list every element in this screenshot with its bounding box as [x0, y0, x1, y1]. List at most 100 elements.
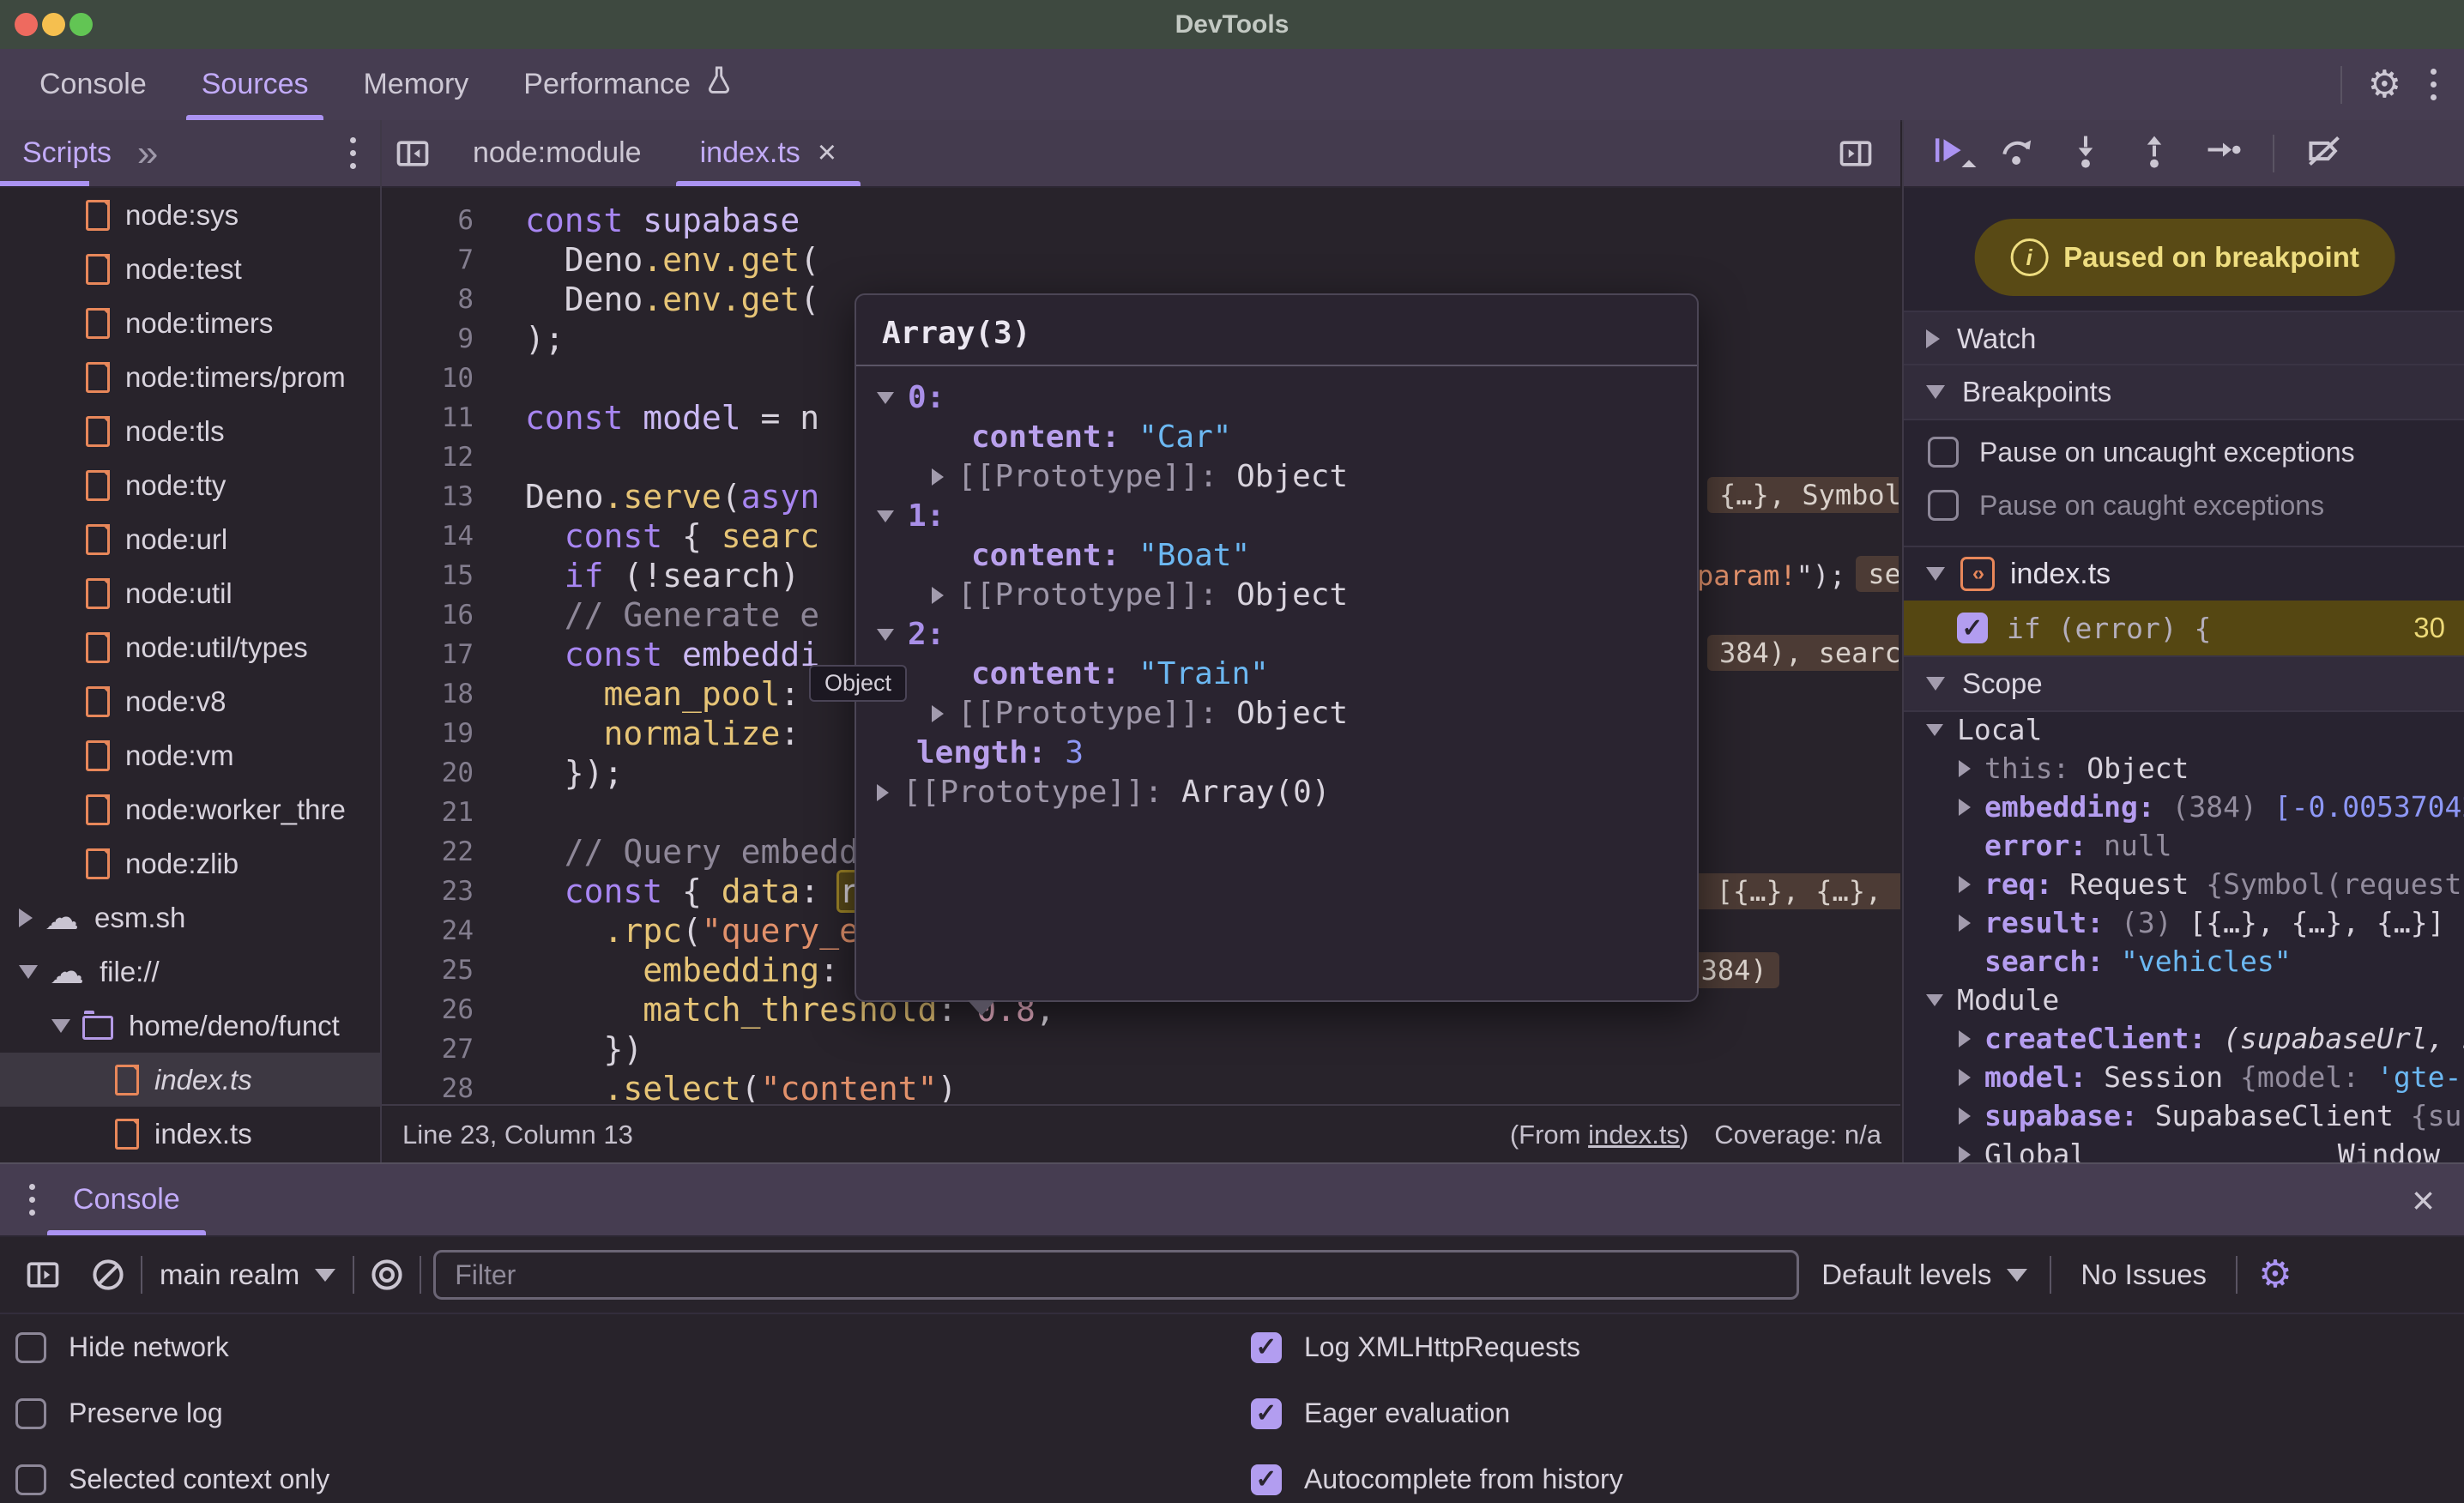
code-editor[interactable]: 6const supabase7 Deno.env.get(8 Deno.env… — [382, 188, 1900, 1102]
console-option-autocomplete-from-history[interactable]: ✓Autocomplete from history — [1251, 1446, 1623, 1503]
scope-var-search[interactable]: search: "vehicles" — [1904, 942, 2464, 981]
live-expression-eye-icon[interactable] — [354, 1256, 420, 1294]
tree-item-node-worker-thre[interactable]: node:worker_thre — [0, 782, 380, 836]
section-watch[interactable]: Watch — [1904, 311, 2464, 367]
line-number[interactable]: 16 — [382, 595, 474, 635]
close-window-button[interactable] — [15, 13, 38, 36]
chevron-collapsed-icon[interactable] — [1959, 876, 1971, 893]
scope-var-embedding[interactable]: embedding: (384) [-0.00537042 — [1904, 788, 2464, 826]
line-number[interactable]: 10 — [382, 359, 474, 398]
breakpoint-checkbox[interactable]: ✓ — [1957, 613, 1988, 643]
line-number[interactable]: 26 — [382, 990, 474, 1029]
more-options-icon[interactable] — [2427, 65, 2440, 104]
close-drawer-icon[interactable]: × — [2412, 1180, 2435, 1220]
popup-row--Prototype-[interactable]: [[Prototype]]: Object — [856, 694, 1697, 733]
sidebar-more-options-icon[interactable] — [347, 134, 359, 172]
scope-var-error[interactable]: error: null — [1904, 826, 2464, 865]
clear-console-icon[interactable] — [75, 1256, 141, 1294]
chevron-collapsed-icon[interactable] — [1959, 1108, 1971, 1125]
line-number[interactable]: 8 — [382, 280, 474, 319]
chevron-expanded-icon[interactable] — [877, 392, 894, 404]
line-number[interactable]: 9 — [382, 319, 474, 359]
source-file-link[interactable]: index.ts — [1588, 1120, 1680, 1150]
line-number[interactable]: 19 — [382, 714, 474, 753]
context-selector[interactable]: main realm — [142, 1259, 353, 1291]
console-option-selected-context-only[interactable]: Selected context only — [15, 1446, 329, 1503]
tree-item-node-util-types[interactable]: node:util/types — [0, 620, 380, 674]
code-line-7[interactable]: 7 Deno.env.get( — [382, 240, 1900, 280]
chevron-expanded-icon[interactable] — [51, 1019, 70, 1033]
line-number[interactable]: 25 — [382, 951, 474, 990]
line-number[interactable]: 17 — [382, 635, 474, 674]
line-number[interactable]: 13 — [382, 477, 474, 516]
bp-option-0[interactable]: Pause on uncaught exceptions — [1904, 426, 2464, 479]
line-number[interactable]: 24 — [382, 911, 474, 951]
step-into-icon[interactable] — [2067, 132, 2105, 174]
line-number[interactable]: 23 — [382, 872, 474, 911]
popup-row--Prototype-[interactable]: [[Prototype]]: Array(0) — [856, 773, 1697, 812]
popup-row-1[interactable]: 1: — [856, 497, 1697, 536]
chevron-collapsed-icon[interactable] — [1959, 1069, 1971, 1086]
chevron-expanded-icon[interactable] — [1926, 994, 1943, 1006]
tree-item-index-ts[interactable]: index.ts — [0, 1053, 380, 1107]
scope-var-result[interactable]: result: (3) [{…}, {…}, {…}] — [1904, 903, 2464, 942]
chevron-collapsed-icon[interactable] — [1959, 1030, 1971, 1047]
popup-row-length[interactable]: length: 3 — [856, 733, 1697, 773]
line-number[interactable]: 18 — [382, 674, 474, 714]
tab-memory[interactable]: Memory — [335, 49, 496, 120]
more-tabs-chevron-icon[interactable]: » — [137, 132, 154, 175]
line-number[interactable]: 6 — [382, 201, 474, 240]
code-line-6[interactable]: 6const supabase — [382, 201, 1900, 240]
popup-row-content[interactable]: content: "Train" — [856, 655, 1697, 694]
line-number[interactable]: 27 — [382, 1029, 474, 1069]
tree-item-node-url[interactable]: node:url — [0, 512, 380, 566]
tree-item-node-tls[interactable]: node:tls — [0, 404, 380, 458]
line-number[interactable]: 15 — [382, 556, 474, 595]
chevron-collapsed-icon[interactable] — [1959, 1146, 1971, 1163]
scope-section-local[interactable]: Local — [1904, 710, 2464, 749]
popup-row--Prototype-[interactable]: [[Prototype]]: Object — [856, 576, 1697, 615]
tree-item-home-deno-funct[interactable]: home/deno/funct — [0, 999, 380, 1053]
breakpoint-file-group[interactable]: ‹› index.ts — [1904, 546, 2464, 601]
popup-row-content[interactable]: content: "Boat" — [856, 536, 1697, 576]
popup-row--Prototype-[interactable]: [[Prototype]]: Object — [856, 457, 1697, 497]
popup-row-2[interactable]: 2: — [856, 615, 1697, 655]
line-number[interactable]: 14 — [382, 516, 474, 556]
tab-sources[interactable]: Sources — [174, 49, 336, 120]
issues-counter[interactable]: No Issues — [2051, 1259, 2236, 1291]
tree-item-node-test[interactable]: node:test — [0, 242, 380, 296]
chevron-expanded-icon[interactable] — [1926, 724, 1943, 736]
tree-item-node-timers[interactable]: node:timers — [0, 296, 380, 350]
code-line-27[interactable]: 27 }) — [382, 1029, 1900, 1069]
chevron-collapsed-icon[interactable] — [932, 468, 944, 486]
toggle-debugger-panel-icon[interactable] — [1825, 135, 1887, 172]
chevron-collapsed-icon[interactable] — [932, 705, 944, 722]
chevron-expanded-icon[interactable] — [877, 510, 894, 522]
tab-console-drawer[interactable]: Console — [39, 1164, 214, 1235]
tree-item-node-sys[interactable]: node:sys — [0, 188, 380, 242]
breakpoint-entry[interactable]: ✓ if (error) { 30 — [1904, 601, 2464, 655]
popup-row-0[interactable]: 0: — [856, 378, 1697, 418]
scope-var-createclient[interactable]: createClient: (supabaseUrl, s — [1904, 1019, 2464, 1058]
bp-option-1[interactable]: Pause on caught exceptions — [1904, 479, 2464, 532]
step-out-icon[interactable] — [2135, 132, 2173, 174]
checkbox[interactable] — [15, 1464, 46, 1495]
editor-tab-node:module[interactable]: node:module — [444, 120, 671, 186]
close-tab-icon[interactable]: × — [818, 135, 836, 172]
checkbox[interactable]: ✓ — [1251, 1332, 1282, 1363]
chevron-collapsed-icon[interactable] — [1959, 760, 1971, 777]
show-console-sidebar-icon[interactable] — [10, 1256, 75, 1294]
step-icon[interactable] — [2204, 132, 2242, 174]
tab-performance[interactable]: Performance — [496, 49, 763, 120]
scope-var-this[interactable]: this: Object — [1904, 749, 2464, 788]
tree-item-node-v8[interactable]: node:v8 — [0, 674, 380, 728]
console-option-log-xmlhttprequests[interactable]: ✓Log XMLHttpRequests — [1251, 1314, 1580, 1380]
tab-console[interactable]: Console — [12, 49, 174, 120]
chevron-collapsed-icon[interactable] — [932, 587, 944, 604]
line-number[interactable]: 12 — [382, 438, 474, 477]
step-over-icon[interactable] — [1998, 132, 2036, 174]
tree-item-file-[interactable]: ☁file:// — [0, 945, 380, 999]
tab-scripts[interactable]: Scripts — [0, 120, 134, 186]
line-number[interactable]: 20 — [382, 753, 474, 793]
tree-item-node-util[interactable]: node:util — [0, 566, 380, 620]
